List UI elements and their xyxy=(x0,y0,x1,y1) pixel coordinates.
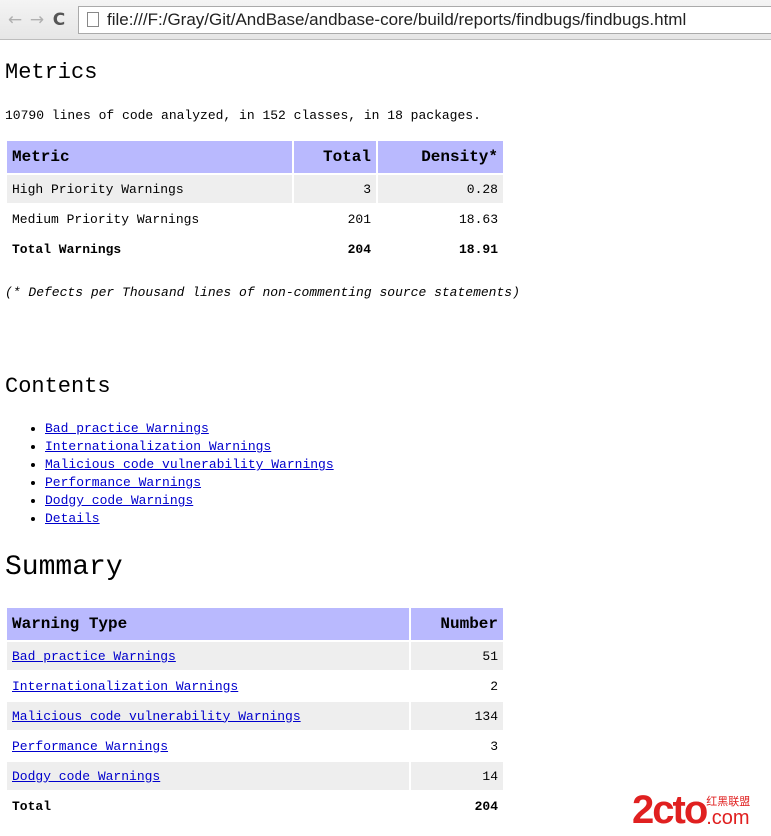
warning-count: 134 xyxy=(411,702,503,730)
summary-link[interactable]: Bad practice Warnings xyxy=(12,649,176,664)
table-row: Medium Priority Warnings 201 18.63 xyxy=(7,205,503,233)
summary-link[interactable]: Malicious code vulnerability Warnings xyxy=(12,709,301,724)
metric-name: Medium Priority Warnings xyxy=(12,211,200,227)
metric-density: 18.91 xyxy=(458,241,498,257)
total-label: Total xyxy=(12,798,52,814)
link-malicious-code[interactable]: Malicious code vulnerability Warnings xyxy=(45,457,334,472)
table-row: Dodgy code Warnings 14 xyxy=(7,762,503,790)
metric-density: 18.63 xyxy=(458,211,498,227)
summary-table: Warning Type Number Bad practice Warnings… xyxy=(5,606,505,822)
warning-count: 2 xyxy=(490,678,498,694)
url-text: file:///F:/Gray/Git/AndBase/andbase-core… xyxy=(107,9,687,29)
metrics-heading: Metrics xyxy=(5,60,98,85)
link-details[interactable]: Details xyxy=(45,511,100,526)
table-row: Total 204 xyxy=(7,792,503,820)
metric-total: 204 xyxy=(347,241,371,257)
summary-link[interactable]: Performance Warnings xyxy=(12,739,168,754)
contents-list: Bad practice Warnings Internationalizati… xyxy=(5,420,334,528)
watermark-logo: 2cto 红黑联盟 .com xyxy=(632,788,750,832)
link-bad-practice[interactable]: Bad practice Warnings xyxy=(45,421,209,436)
table-row: Total Warnings 204 18.91 xyxy=(7,235,503,263)
metric-total: 201 xyxy=(347,211,371,227)
warning-count: 14 xyxy=(411,762,503,790)
metric-name: Total Warnings xyxy=(12,241,122,257)
back-icon[interactable]: ← xyxy=(4,10,26,30)
metric-density: 0.28 xyxy=(378,175,503,203)
col-total: Total xyxy=(294,141,376,173)
table-row: Performance Warnings 3 xyxy=(7,732,503,760)
total-count: 204 xyxy=(474,798,498,814)
link-performance[interactable]: Performance Warnings xyxy=(45,475,201,490)
table-row: Malicious code vulnerability Warnings 134 xyxy=(7,702,503,730)
metrics-summary: 10790 lines of code analyzed, in 152 cla… xyxy=(5,108,481,123)
table-row: High Priority Warnings 3 0.28 xyxy=(7,175,503,203)
link-internationalization[interactable]: Internationalization Warnings xyxy=(45,439,271,454)
warning-count: 51 xyxy=(411,642,503,670)
page-icon xyxy=(87,12,99,27)
summary-link[interactable]: Internationalization Warnings xyxy=(12,679,238,694)
summary-heading: Summary xyxy=(5,552,123,583)
col-warning-type: Warning Type xyxy=(7,608,409,640)
metric-name: High Priority Warnings xyxy=(7,175,292,203)
reload-icon[interactable]: C xyxy=(48,10,70,30)
watermark-logo-text: 2cto xyxy=(632,788,708,832)
metric-total: 3 xyxy=(294,175,376,203)
summary-link[interactable]: Dodgy code Warnings xyxy=(12,769,160,784)
browser-toolbar: ← → C file:///F:/Gray/Git/AndBase/andbas… xyxy=(0,0,771,40)
col-number: Number xyxy=(411,608,503,640)
forward-icon[interactable]: → xyxy=(26,10,48,30)
table-row: Internationalization Warnings 2 xyxy=(7,672,503,700)
col-density: Density* xyxy=(378,141,503,173)
warning-count: 3 xyxy=(490,738,498,754)
metrics-table: Metric Total Density* High Priority Warnin… xyxy=(5,139,505,265)
metrics-footnote: (* Defects per Thousand lines of non-com… xyxy=(5,285,520,300)
address-bar[interactable]: file:///F:/Gray/Git/AndBase/andbase-core… xyxy=(78,5,771,34)
col-metric: Metric xyxy=(7,141,292,173)
table-row: Bad practice Warnings 51 xyxy=(7,642,503,670)
link-dodgy-code[interactable]: Dodgy code Warnings xyxy=(45,493,193,508)
watermark-com: .com xyxy=(706,807,750,829)
contents-heading: Contents xyxy=(5,374,111,399)
